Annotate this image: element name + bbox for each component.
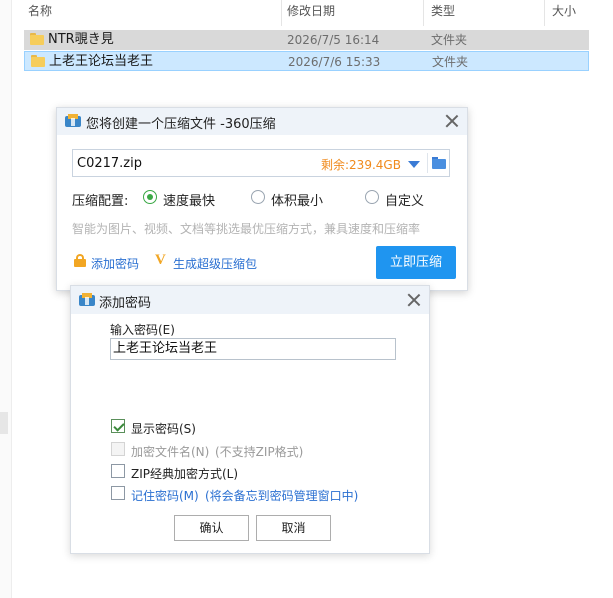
file-date: 2026/7/5 16:14 [287,33,380,47]
radio-fastest-label[interactable]: 速度最快 [163,190,215,209]
360-zip-app-icon [79,293,95,307]
confirm-button[interactable]: 确认 [174,515,249,541]
column-header-type[interactable]: 类型 [431,0,455,22]
close-icon[interactable] [406,292,422,308]
encrypt-filenames-note: (不支持ZIP格式) [215,445,304,459]
radio-custom[interactable] [365,190,379,204]
file-row[interactable]: NTR覗き見 2026/7/5 16:14 文件夹 [24,30,589,50]
column-header-size[interactable]: 大小 [552,0,576,22]
radio-smallest[interactable] [251,190,265,204]
cancel-button[interactable]: 取消 [256,515,331,541]
password-input[interactable]: 上老王论坛当老王 [110,338,396,360]
compress-now-button[interactable]: 立即压缩 [376,246,456,279]
show-password-label[interactable]: 显示密码(S) [131,420,196,437]
super-pack-icon[interactable]: V [155,252,166,269]
navigation-pane [0,0,12,598]
radio-custom-label[interactable]: 自定义 [385,190,424,209]
file-row[interactable]: 上老王论坛当老王 2026/7/6 15:33 文件夹 [24,51,589,71]
compress-hint: 智能为图片、视频、文档等挑选最优压缩方式，兼具速度和压缩率 [72,222,421,236]
encrypt-filenames-checkbox[interactable] [111,442,125,456]
radio-fastest[interactable] [143,190,157,204]
360-zip-app-icon [65,114,81,128]
zip-classic-encryption-checkbox[interactable] [111,464,125,478]
show-password-checkbox[interactable] [111,419,125,433]
zip-classic-encryption-label[interactable]: ZIP经典加密方式(L) [131,465,238,482]
compress-dialog-title: 您将创建一个压缩文件 -360压缩 [86,117,276,132]
file-type: 文件夹 [432,55,469,69]
file-name: NTR覗き見 [48,32,114,47]
column-divider[interactable] [544,0,545,26]
compress-dialog: 您将创建一个压缩文件 -360压缩 C0217.zip 剩余:239.4GB 压… [56,107,468,291]
add-password-link[interactable]: 添加密码 [91,255,139,272]
password-field-label: 输入密码(E) [110,323,175,337]
compress-dialog-titlebar[interactable]: 您将创建一个压缩文件 -360压缩 [57,108,467,135]
super-pack-link[interactable]: 生成超级压缩包 [173,255,257,272]
archive-path-field[interactable]: C0217.zip 剩余:239.4GB [72,149,450,177]
password-dialog-title: 添加密码 [99,296,152,311]
compress-config-label: 压缩配置: [72,194,129,209]
remember-password-note: (将会备忘到密码管理窗口中) [205,489,359,503]
file-name: 上老王论坛当老王 [49,54,154,69]
browse-folder-icon[interactable] [432,157,446,169]
radio-smallest-label[interactable]: 体积最小 [271,190,323,209]
password-dialog-titlebar[interactable]: 添加密码 [71,286,429,314]
navigation-scroll-mark[interactable] [0,412,8,434]
remember-password-checkbox[interactable] [111,486,125,500]
file-type: 文件夹 [431,33,468,47]
column-divider[interactable] [281,0,282,26]
remaining-space: 剩余:239.4GB [321,158,401,172]
chevron-down-icon[interactable] [408,161,420,168]
folder-icon [30,33,44,45]
remember-password-label[interactable]: 记住密码(M) [131,487,199,504]
column-header-date[interactable]: 修改日期 [287,0,335,22]
column-header-name[interactable]: 名称 [28,0,52,22]
column-divider[interactable] [423,0,424,26]
close-icon[interactable] [444,113,460,129]
lock-icon[interactable] [74,254,86,267]
add-password-dialog: 添加密码 输入密码(E) 上老王论坛当老王 显示密码(S) 加密文件名(N) (… [70,285,430,554]
encrypt-filenames-label[interactable]: 加密文件名(N) [131,443,209,460]
divider [427,153,428,173]
file-date: 2026/7/6 15:33 [288,55,381,69]
folder-icon [31,55,45,67]
archive-filename[interactable]: C0217.zip [77,156,142,171]
